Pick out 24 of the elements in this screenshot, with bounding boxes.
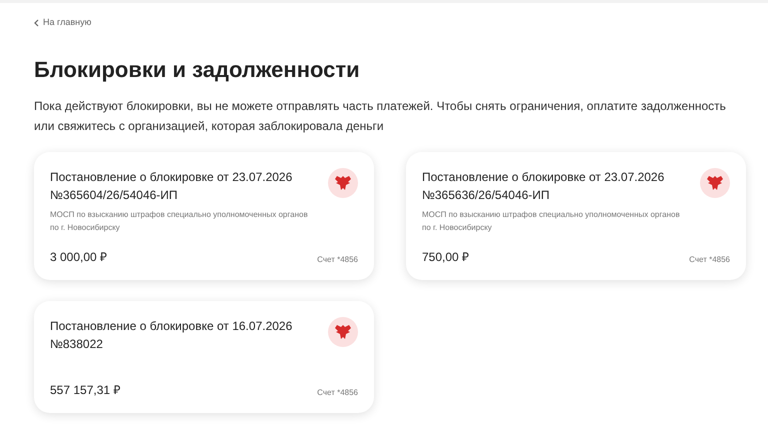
organization-text: МОСП по взысканию штрафов специально уполномоченных органов по г. Новосибирску [422,208,681,234]
amount-text: 3 000,00 ₽ [50,248,108,266]
eagle-emblem-icon [700,168,730,198]
amount-text: 750,00 ₽ [422,248,470,266]
card-number: №365604/26/54046-ИП [50,186,179,204]
account-text: Счет *4856 [689,254,730,266]
card-title: Постановление о блокировке от 16.07.2026 [50,318,292,334]
blocking-card[interactable]: Постановление о блокировке от 23.07.2026 №365636/26/54046-ИП МОСП по взысканию штрафов специально уполномоченных органов по г. Новосибирску 750,00 ₽ Счет *4856 [406,152,746,280]
card-number: №838022 [50,336,104,352]
blocking-card[interactable]: Постановление о блокировке от 23.07.2026 №365604/26/54046-ИП МОСП по взысканию штрафов специально уполномоченных органов по г. Новосибирску 3 000,00 ₽ Счет *4856 [34,152,374,280]
page-heading: Блокировки и задолженности [34,56,361,84]
eagle-emblem-icon [328,316,358,346]
card-title: Постановление о блокировке от 23.07.2026 [422,168,666,186]
card-number: №365636/26/54046-ИП [422,186,551,204]
card-title: Постановление о блокировке от 23.07.2026 [50,168,294,186]
description-text: Пока действуют блокировки, вы не можете отправлять часть платежей. Чтобы снять ограничения, оплатите задолженность или свяжитесь с организацией, которая заблокировала деньги [34,98,727,134]
chevron-left-icon [34,18,39,27]
back-link[interactable]: На главную [34,16,92,30]
amount-text: 557 157,31 ₽ [50,382,120,398]
account-text: Счет *4856 [317,254,358,266]
account-text: Счет *4856 [317,386,358,398]
eagle-emblem-icon [328,168,358,198]
blocking-card[interactable]: Постановление о блокировке от 16.07.2026 №838022 557 157,31 ₽ Счет *4856 [34,300,374,412]
organization-text: МОСП по взысканию штрафов специально уполномоченных органов по г. Новосибирску [50,208,309,234]
